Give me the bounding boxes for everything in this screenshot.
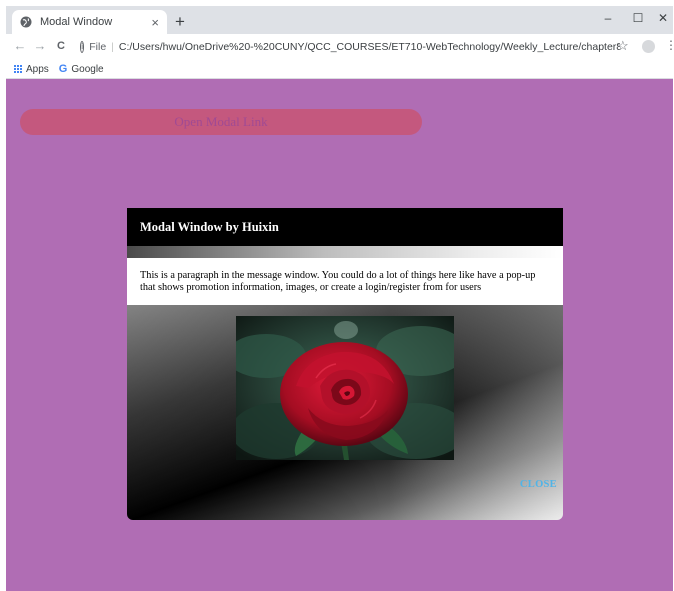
address-bar[interactable]: i File | C:/Users/hwu/OneDrive%20-%20CUN…: [80, 36, 620, 58]
profile-avatar-icon[interactable]: [642, 40, 655, 53]
google-g-icon: G: [58, 63, 68, 75]
minimize-button[interactable]: –: [593, 10, 623, 26]
browser-window: Modal Window × + – ☐ ✕ ← → C i File | C:…: [6, 6, 673, 591]
back-button[interactable]: ←: [12, 38, 28, 54]
reload-button[interactable]: C: [53, 38, 69, 54]
menu-dots-icon[interactable]: ⋮: [665, 38, 673, 52]
close-window-button[interactable]: ✕: [648, 10, 673, 26]
open-modal-link[interactable]: Open Modal Link: [20, 109, 422, 135]
address-separator: |: [111, 41, 114, 53]
modal-window: Modal Window by Huixin This is a paragra…: [127, 208, 563, 520]
tab-modal-window[interactable]: Modal Window ×: [12, 10, 167, 34]
info-icon[interactable]: i: [80, 41, 85, 53]
bookmarks-bar: Apps G Google: [6, 60, 673, 79]
forward-button[interactable]: →: [32, 38, 48, 54]
tab-title: Modal Window: [40, 16, 113, 28]
bookmark-google[interactable]: Google: [71, 64, 103, 75]
new-tab-button[interactable]: +: [170, 12, 190, 32]
rose-photo: [236, 316, 454, 460]
apps-grid-icon: [14, 65, 22, 73]
scheme-label: File: [89, 41, 107, 53]
tab-close-icon[interactable]: ×: [151, 16, 159, 29]
modal-body: CLOSE: [127, 305, 563, 520]
modal-header: Modal Window by Huixin: [127, 208, 563, 246]
browser-toolbar: ← → C i File | C:/Users/hwu/OneDrive%20-…: [6, 34, 673, 60]
modal-message: This is a paragraph in the message windo…: [127, 258, 563, 305]
header-gradient-divider: [127, 246, 563, 258]
modal-title: Modal Window by Huixin: [140, 219, 279, 234]
bookmark-apps[interactable]: Apps: [26, 64, 49, 75]
url-text[interactable]: C:/Users/hwu/OneDrive%20-%20CUNY/QCC_COU…: [119, 41, 620, 53]
tab-strip: Modal Window × + – ☐ ✕: [6, 6, 673, 34]
close-modal-button[interactable]: CLOSE: [520, 479, 557, 490]
bookmark-star-icon[interactable]: ☆: [617, 38, 629, 54]
globe-icon: [20, 16, 32, 28]
page-viewport: Open Modal Link Modal Window by Huixin T…: [6, 79, 673, 591]
